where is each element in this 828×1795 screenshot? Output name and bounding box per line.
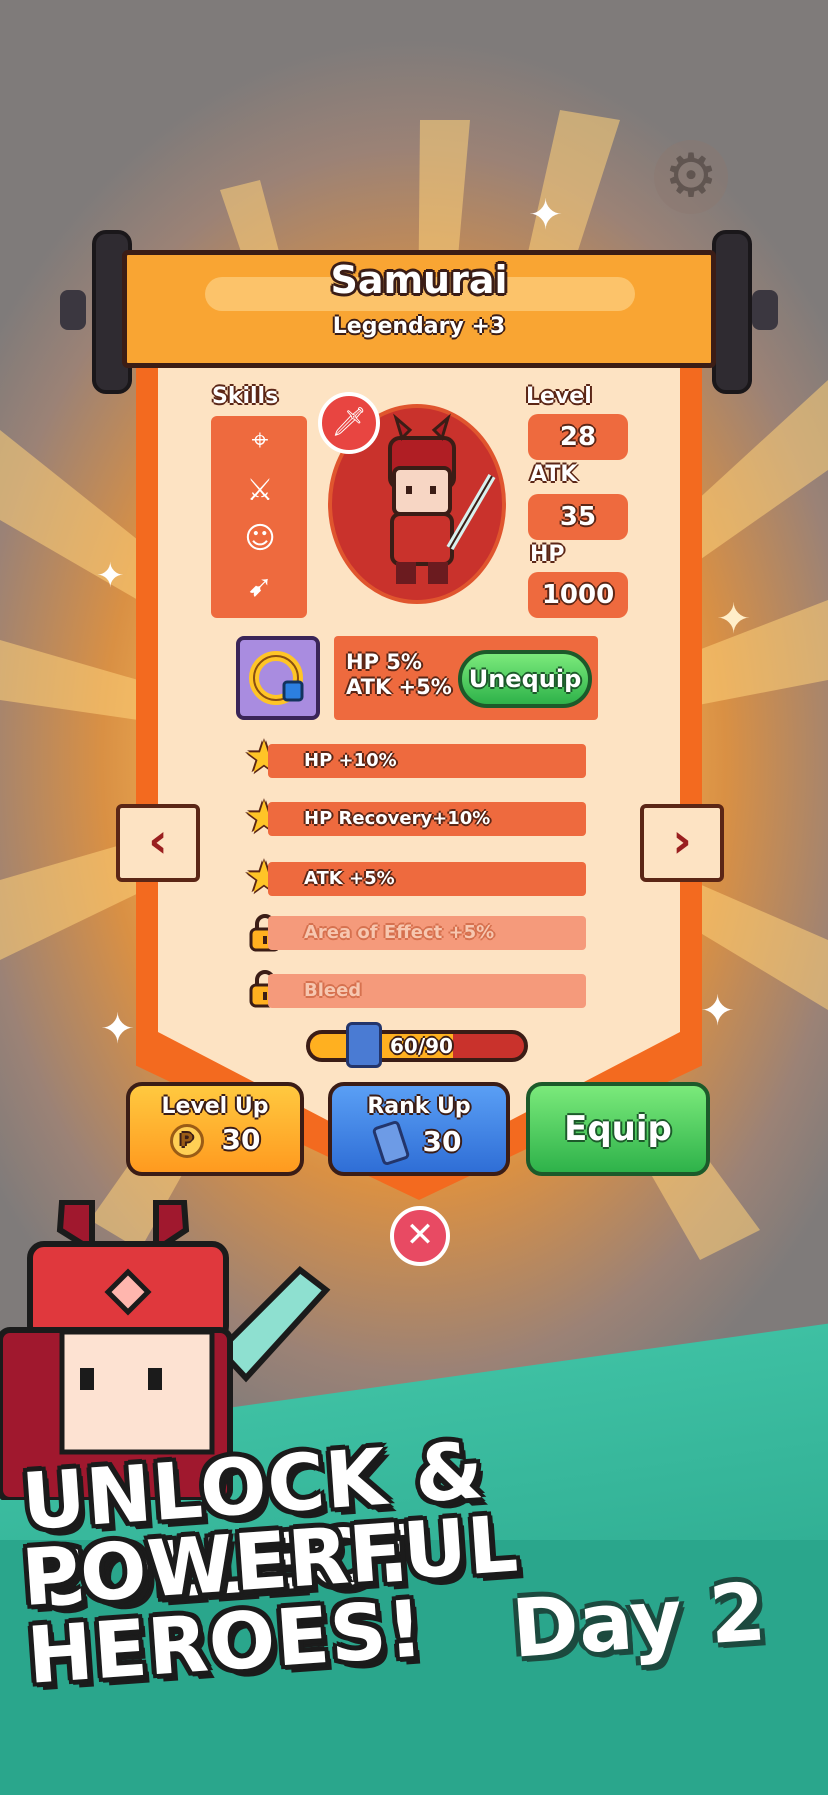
skills-label: Skills bbox=[212, 384, 279, 409]
chevron-left-icon[interactable]: ‹ bbox=[116, 804, 200, 882]
perk-item-locked: Area of Effect +5% bbox=[268, 916, 586, 950]
skills-list: ⌖ ⚔ ☺ ➹ bbox=[211, 416, 307, 618]
rank-up-button[interactable]: Rank Up 30 bbox=[328, 1082, 510, 1176]
scroll-roller-right bbox=[712, 230, 752, 394]
level-label: Level bbox=[526, 384, 592, 409]
rank-progress-text: 60/90 bbox=[390, 1034, 453, 1058]
skill-crosshair-icon[interactable]: ⌖ bbox=[241, 422, 279, 460]
atk-label: ATK bbox=[530, 462, 578, 487]
perk-item-locked: Bleed bbox=[268, 974, 586, 1008]
perk-item: HP Recovery+10% bbox=[268, 802, 586, 836]
level-up-cost: 30 bbox=[221, 1123, 261, 1156]
scroll-ticket-icon bbox=[346, 1022, 382, 1068]
coin-icon: P bbox=[169, 1124, 204, 1158]
chevron-right-icon[interactable]: › bbox=[640, 804, 724, 882]
skill-sword-heal-icon[interactable]: ⚔ bbox=[241, 472, 279, 510]
equipment-stat-atk: ATK +5% bbox=[346, 675, 452, 699]
ring-slot[interactable] bbox=[236, 636, 320, 720]
sparkle-icon: ✦ bbox=[716, 594, 752, 643]
hp-label: HP bbox=[530, 542, 565, 567]
perk-item: HP +10% bbox=[268, 744, 586, 778]
equip-button[interactable]: Equip bbox=[526, 1082, 710, 1176]
hero-rarity: Legendary +3 bbox=[332, 314, 506, 339]
unequip-button[interactable]: Unequip bbox=[458, 650, 592, 708]
skill-arrow-icon[interactable]: ➹ bbox=[241, 568, 279, 606]
close-icon[interactable]: ✕ bbox=[390, 1206, 450, 1266]
level-value: 28 bbox=[528, 414, 628, 460]
atk-value: 35 bbox=[528, 494, 628, 540]
rank-up-cost: 30 bbox=[422, 1125, 462, 1158]
ring-icon bbox=[249, 651, 304, 705]
equipment-stat-hp: HP 5% bbox=[346, 650, 422, 674]
sparkle-icon: ✦ bbox=[100, 1004, 136, 1053]
sparkle-icon: ✦ bbox=[528, 190, 564, 239]
level-up-button[interactable]: Level Up P 30 bbox=[126, 1082, 304, 1176]
sparkle-icon: ✦ bbox=[96, 556, 125, 596]
scroll-roller-cap-right bbox=[752, 290, 778, 330]
day-label: Day 2 bbox=[509, 1565, 769, 1676]
scroll-ticket-icon bbox=[371, 1119, 411, 1167]
sparkle-icon: ✦ bbox=[700, 986, 736, 1035]
gear-icon[interactable]: ⚙ bbox=[654, 140, 728, 214]
class-sword-icon: 🗡 bbox=[318, 392, 380, 454]
level-up-label: Level Up bbox=[161, 1094, 269, 1119]
equipment-stats: HP 5% ATK +5% bbox=[346, 650, 452, 700]
perk-item: ATK +5% bbox=[268, 862, 586, 896]
scroll-roller-cap-left bbox=[60, 290, 86, 330]
hp-value: 1000 bbox=[528, 572, 628, 618]
skill-bot-icon[interactable]: ☺ bbox=[241, 520, 279, 558]
rank-up-label: Rank Up bbox=[367, 1094, 471, 1119]
hero-name: Samurai bbox=[330, 258, 508, 302]
